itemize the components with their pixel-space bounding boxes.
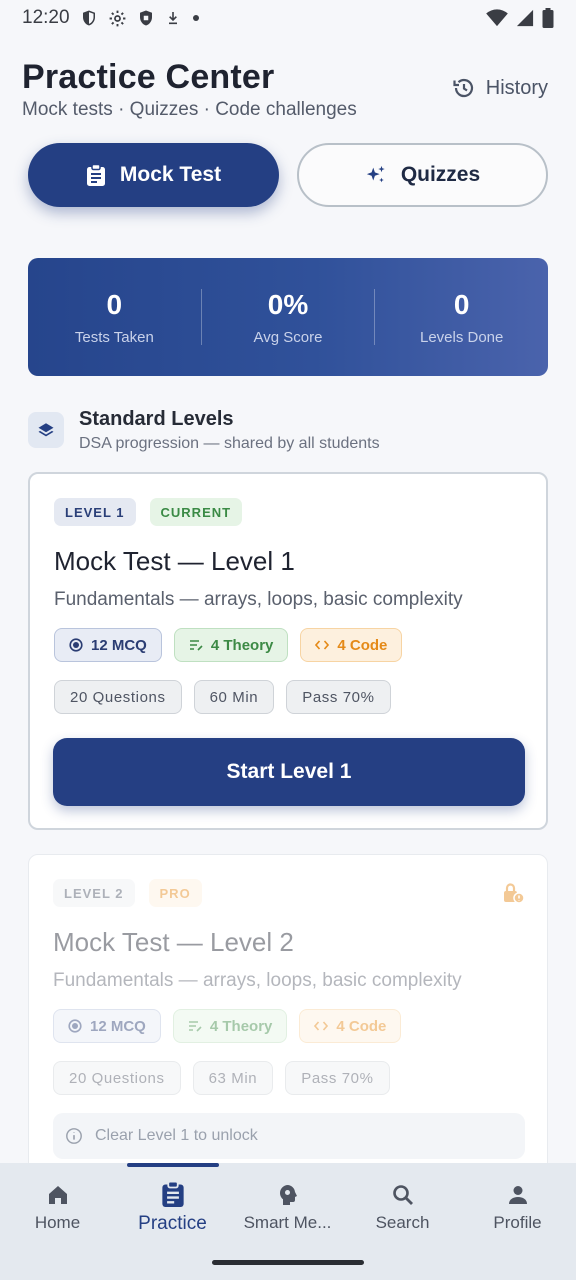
settings-status-icon bbox=[109, 10, 125, 26]
code-count: 4 Code bbox=[336, 1017, 387, 1035]
nav-label: Home bbox=[34, 1213, 81, 1232]
mock-test-tab[interactable]: Mock Test bbox=[28, 143, 279, 207]
level-tag: LEVEL 1 bbox=[54, 498, 136, 526]
theory-count: 4 Theory bbox=[209, 1017, 273, 1035]
status-time: 12:20 bbox=[22, 7, 70, 28]
mock-test-label: Mock Test bbox=[119, 163, 222, 186]
section-title: Standard Levels bbox=[79, 408, 234, 430]
history-button[interactable]: History bbox=[452, 76, 548, 100]
nav-label: Smart Me... bbox=[243, 1213, 332, 1232]
stat-label: Avg Score bbox=[253, 328, 323, 346]
code-count: 4 Code bbox=[337, 636, 388, 654]
nav-item-smart-memory[interactable]: Smart Me... bbox=[230, 1163, 345, 1253]
duration-chip: 63 Min bbox=[192, 1061, 274, 1095]
status-badge: CURRENT bbox=[149, 498, 243, 526]
clipboard-icon bbox=[161, 1181, 184, 1207]
history-label: History bbox=[485, 76, 548, 99]
history-icon bbox=[453, 78, 473, 98]
level-title: Mock Test — Level 2 bbox=[53, 927, 294, 957]
lock-icon bbox=[504, 883, 525, 904]
quizzes-label: Quizzes bbox=[400, 163, 481, 186]
info-icon bbox=[66, 1128, 82, 1144]
stat-value: 0 bbox=[453, 288, 470, 320]
level-title: Mock Test — Level 1 bbox=[54, 546, 295, 576]
radio-icon bbox=[69, 638, 83, 652]
gesture-bar[interactable] bbox=[212, 1260, 364, 1265]
stat-value: 0% bbox=[267, 288, 309, 320]
unlock-note: Clear Level 1 to unlock bbox=[53, 1113, 525, 1159]
nav-label: Profile bbox=[493, 1213, 542, 1232]
nav-label: Practice bbox=[138, 1213, 207, 1234]
nav-label: Search bbox=[375, 1213, 430, 1232]
brain-icon bbox=[279, 1185, 297, 1205]
mcq-chip: 12 MCQ bbox=[54, 628, 162, 662]
start-level-button[interactable]: Start Level 1 bbox=[53, 738, 525, 806]
code-icon bbox=[314, 1021, 329, 1031]
page-subtitle: Mock tests · Quizzes · Code challenges bbox=[22, 99, 357, 120]
code-icon bbox=[315, 640, 330, 650]
sparkle-icon bbox=[366, 165, 385, 183]
status-bar: 12:20 bbox=[0, 0, 576, 36]
mcq-count: 12 MCQ bbox=[90, 1017, 146, 1035]
theory-chip: 4 Theory bbox=[172, 1009, 288, 1043]
stat-avg-score: 0% Avg Score bbox=[202, 289, 375, 346]
quizzes-tab[interactable]: Quizzes bbox=[297, 143, 548, 207]
code-chip: 4 Code bbox=[299, 1009, 402, 1043]
notes-icon bbox=[189, 640, 203, 651]
nav-item-profile[interactable]: Profile bbox=[460, 1163, 575, 1253]
pro-badge: PRO bbox=[148, 879, 202, 907]
duration-chip: 60 Min bbox=[193, 680, 275, 714]
theory-chip: 4 Theory bbox=[173, 628, 289, 662]
shield-filled-status-icon bbox=[139, 10, 152, 26]
stats-panel: 0 Tests Taken 0% Avg Score 0 Levels Done bbox=[28, 258, 548, 376]
stat-label: Tests Taken bbox=[74, 328, 154, 346]
stat-levels-done: 0 Levels Done bbox=[375, 289, 548, 346]
level-card-locked: LEVEL 2 PRO Mock Test — Level 2 Fundamen… bbox=[28, 854, 548, 1184]
section-subtitle: DSA progression — shared by all students bbox=[79, 435, 380, 452]
signal-icon bbox=[516, 9, 534, 27]
stat-tests-taken: 0 Tests Taken bbox=[28, 289, 201, 346]
unlock-note-text: Clear Level 1 to unlock bbox=[95, 1127, 258, 1144]
stat-label: Levels Done bbox=[419, 328, 504, 346]
stat-value: 0 bbox=[106, 288, 123, 320]
battery-icon bbox=[542, 8, 554, 28]
notes-icon bbox=[188, 1021, 202, 1032]
mcq-count: 12 MCQ bbox=[91, 636, 147, 654]
standard-levels-section: Standard Levels DSA progression — shared… bbox=[28, 408, 548, 453]
header: Practice Center Mock tests · Quizzes · C… bbox=[22, 58, 554, 121]
level-description: Fundamentals — arrays, loops, basic comp… bbox=[53, 970, 462, 991]
level-tag: LEVEL 2 bbox=[53, 879, 135, 907]
code-chip: 4 Code bbox=[300, 628, 403, 662]
radio-icon bbox=[68, 1019, 82, 1033]
level-card: LEVEL 1 CURRENT Mock Test — Level 1 Fund… bbox=[28, 472, 548, 830]
questions-chip: 20 Questions bbox=[54, 680, 182, 714]
shield-status-icon bbox=[82, 10, 95, 26]
layers-icon bbox=[28, 412, 64, 448]
theory-count: 4 Theory bbox=[210, 636, 274, 654]
clipboard-icon bbox=[86, 164, 105, 186]
nav-item-practice[interactable]: Practice bbox=[115, 1163, 230, 1253]
download-status-icon bbox=[168, 12, 177, 25]
nav-item-home[interactable]: Home bbox=[0, 1163, 115, 1253]
search-icon bbox=[392, 1185, 413, 1205]
level-description: Fundamentals — arrays, loops, basic comp… bbox=[54, 589, 463, 610]
pass-chip: Pass 70% bbox=[285, 1061, 390, 1095]
wifi-icon bbox=[486, 9, 508, 27]
home-icon bbox=[48, 1186, 67, 1204]
pass-chip: Pass 70% bbox=[286, 680, 391, 714]
nav-item-search[interactable]: Search bbox=[345, 1163, 460, 1253]
dot-status-icon bbox=[192, 15, 199, 21]
mcq-chip: 12 MCQ bbox=[53, 1009, 161, 1043]
person-icon bbox=[508, 1186, 527, 1204]
questions-chip: 20 Questions bbox=[53, 1061, 181, 1095]
